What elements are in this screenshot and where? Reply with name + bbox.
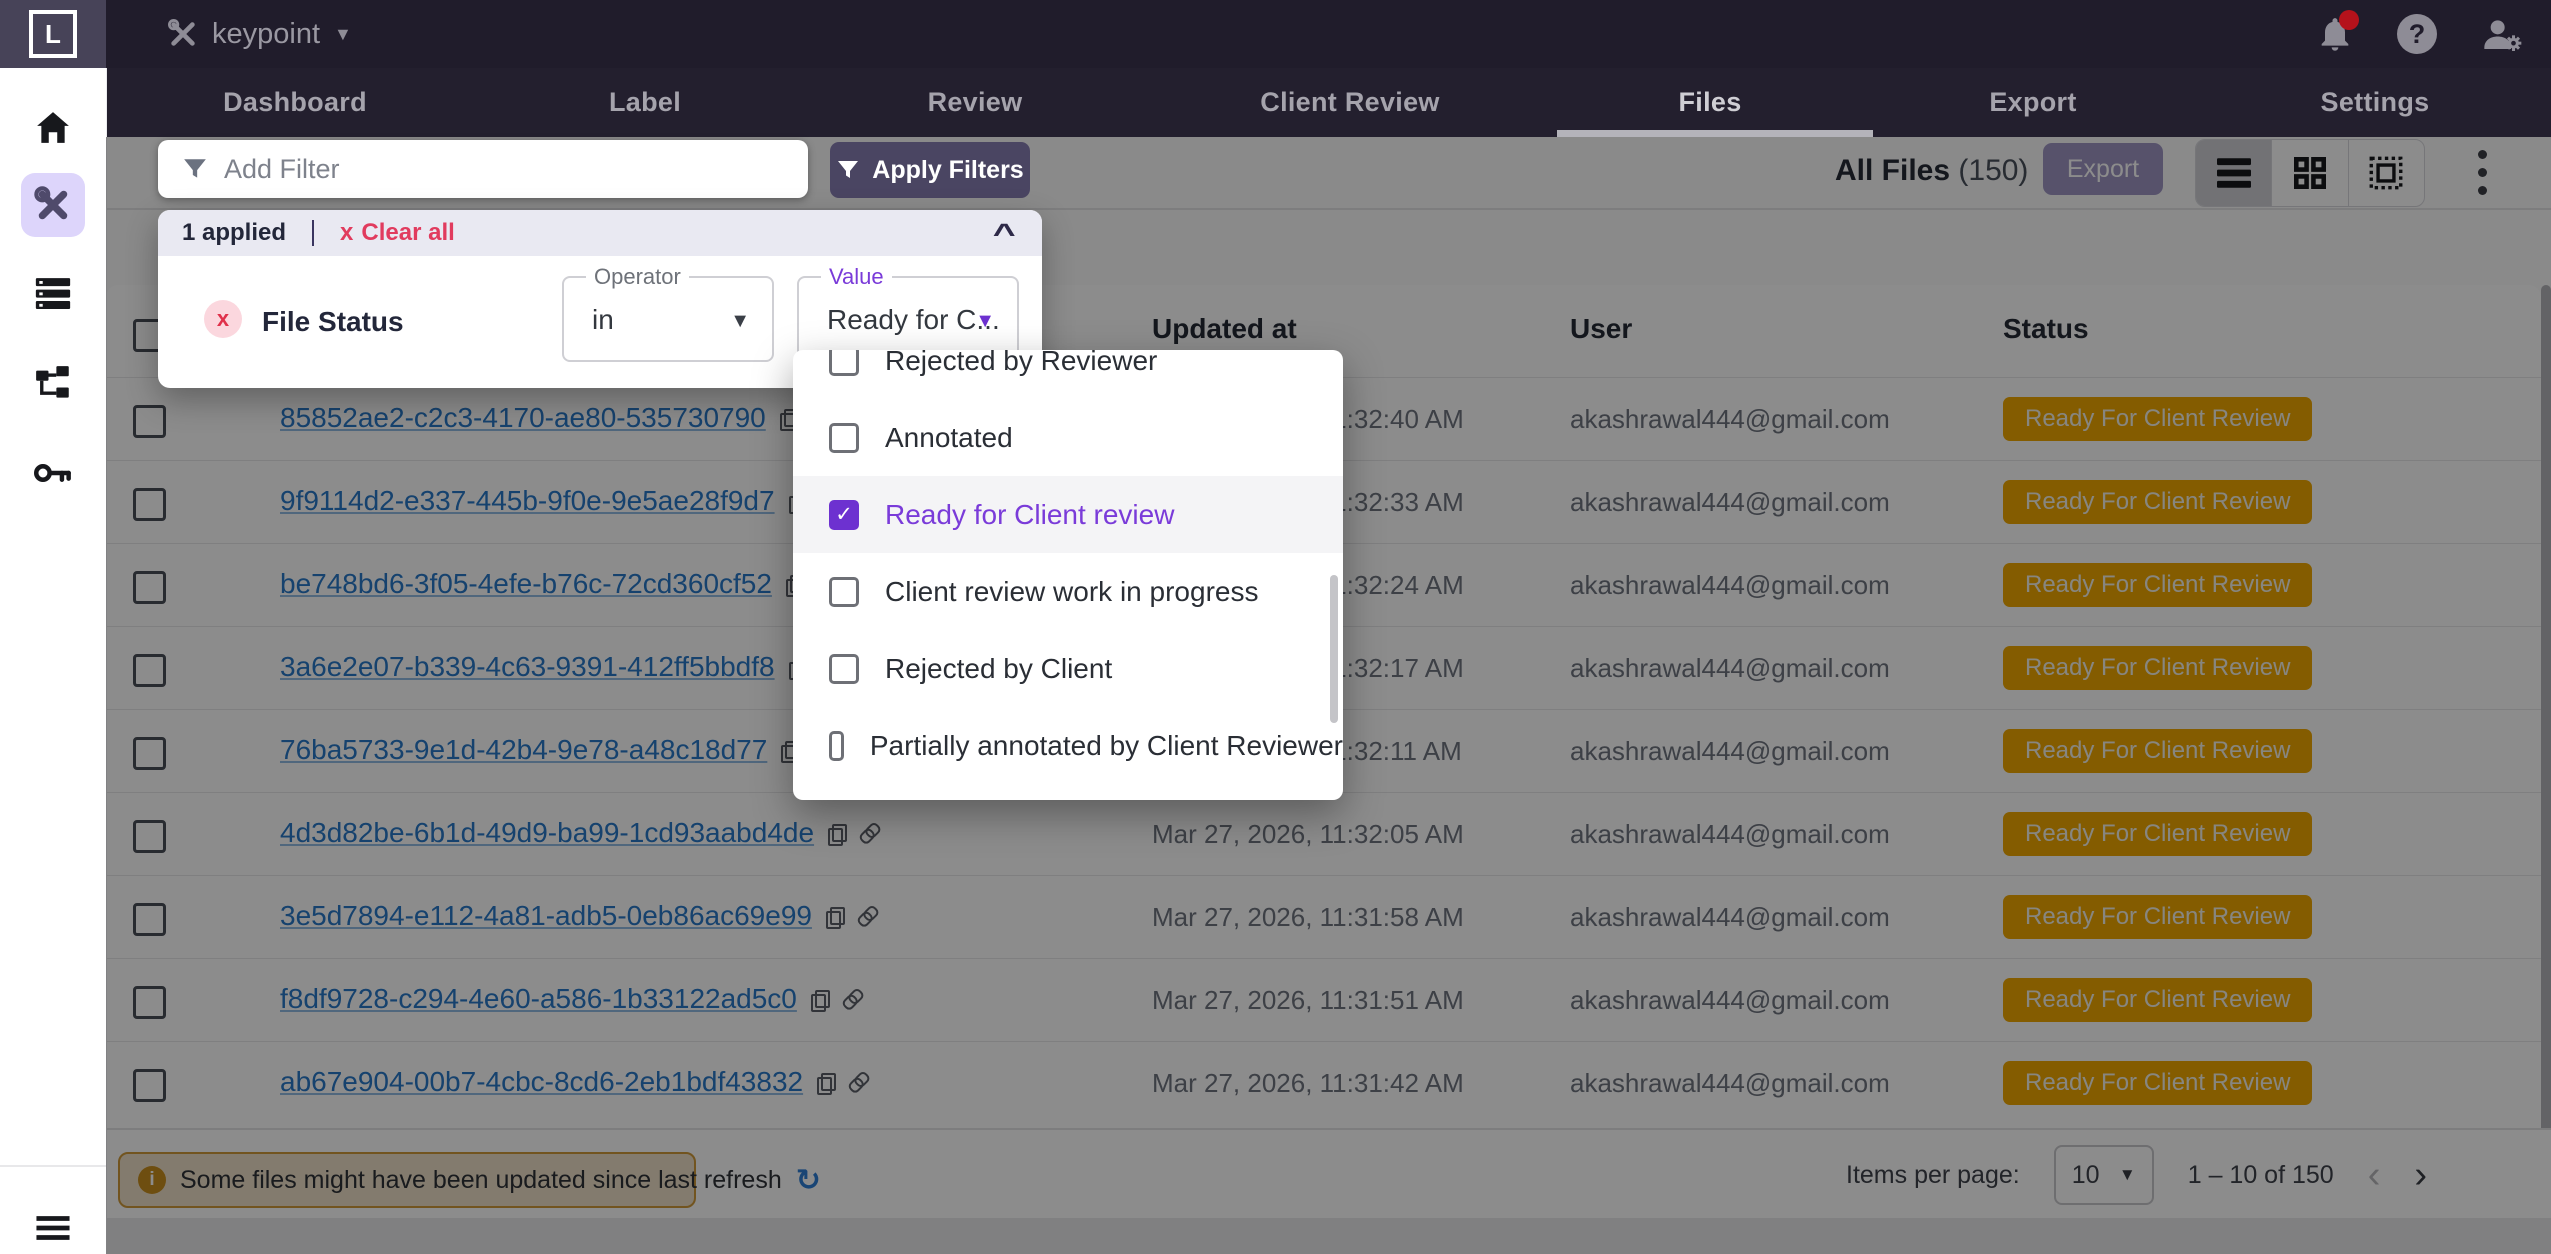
main-nav-tabs: Dashboard Label Review Client Review Fil… bbox=[0, 68, 2551, 137]
apply-filters-button[interactable]: Apply Filters bbox=[830, 142, 1030, 198]
option-annotated[interactable]: Annotated bbox=[793, 399, 1343, 476]
status-options-dropdown: Rejected by Reviewer Annotated ✓ Ready f… bbox=[793, 350, 1343, 800]
funnel-icon bbox=[836, 158, 860, 182]
sidebar-item-tools[interactable] bbox=[21, 173, 85, 237]
option-client-review-work-in-progress[interactable]: Client review work in progress bbox=[793, 553, 1343, 630]
checkbox-checked-icon[interactable]: ✓ bbox=[829, 500, 859, 530]
option-ready-for-client-review[interactable]: ✓ Ready for Client review bbox=[793, 476, 1343, 553]
list-icon bbox=[35, 277, 71, 309]
filter-field-name: File Status bbox=[262, 306, 404, 338]
sidebar-collapse-button[interactable] bbox=[0, 1196, 106, 1254]
sidebar-item-home[interactable] bbox=[0, 96, 106, 160]
notification-badge bbox=[2339, 10, 2359, 30]
person-gear-icon bbox=[2479, 14, 2523, 54]
applied-count: 1 applied bbox=[182, 219, 286, 247]
hamburger-menu-icon bbox=[35, 1215, 71, 1241]
operator-select[interactable]: Operator in ▼ bbox=[562, 276, 774, 362]
account-settings-button[interactable] bbox=[2479, 14, 2523, 54]
tools-icon bbox=[168, 19, 198, 49]
chevron-down-icon: ▼ bbox=[334, 24, 352, 45]
remove-filter-button[interactable]: x bbox=[204, 300, 242, 338]
tab-settings[interactable]: Settings bbox=[2321, 68, 2430, 137]
checkbox-icon[interactable] bbox=[829, 350, 859, 376]
sidebar-item-list[interactable] bbox=[0, 261, 106, 325]
project-switcher[interactable]: keypoint ▼ bbox=[168, 0, 352, 68]
option-rejected-by-client[interactable]: Rejected by Client bbox=[793, 630, 1343, 707]
sidebar-item-key[interactable] bbox=[0, 441, 106, 505]
add-filter-input[interactable]: Add Filter bbox=[158, 140, 808, 198]
tab-label[interactable]: Label bbox=[609, 68, 681, 137]
flow-icon bbox=[35, 366, 71, 400]
app-logo[interactable]: L bbox=[0, 0, 106, 68]
chevron-down-icon: ▼ bbox=[730, 310, 750, 333]
dropdown-scrollbar[interactable] bbox=[1330, 575, 1338, 723]
app-window: L keypoint ▼ ? Dashboard Label Review Cl… bbox=[0, 0, 2551, 1254]
home-icon bbox=[35, 111, 71, 145]
sidebar-item-flow[interactable] bbox=[0, 351, 106, 415]
logo-icon: L bbox=[29, 10, 77, 58]
notifications-button[interactable] bbox=[2315, 14, 2355, 54]
checkbox-icon[interactable] bbox=[829, 731, 844, 761]
checkbox-icon[interactable] bbox=[829, 654, 859, 684]
tab-dashboard[interactable]: Dashboard bbox=[223, 68, 367, 137]
operator-label: Operator bbox=[586, 264, 689, 290]
x-icon: x bbox=[340, 219, 353, 247]
divider bbox=[312, 220, 314, 246]
filter-panel-header: 1 applied x Clear all ^ bbox=[158, 210, 1042, 256]
tab-export[interactable]: Export bbox=[1989, 68, 2076, 137]
checkbox-icon[interactable] bbox=[829, 577, 859, 607]
tab-client-review[interactable]: Client Review bbox=[1260, 68, 1439, 137]
key-icon bbox=[34, 459, 72, 487]
add-filter-placeholder: Add Filter bbox=[224, 154, 340, 185]
tab-review[interactable]: Review bbox=[928, 68, 1023, 137]
value-label: Value bbox=[821, 264, 892, 290]
project-name: keypoint bbox=[212, 18, 320, 51]
collapse-panel-button[interactable]: ^ bbox=[992, 218, 1015, 250]
tab-files[interactable]: Files bbox=[1678, 68, 1741, 137]
sidebar bbox=[0, 68, 107, 1254]
chevron-down-icon: ▼ bbox=[975, 310, 995, 333]
funnel-icon bbox=[182, 156, 208, 182]
help-button[interactable]: ? bbox=[2397, 14, 2437, 54]
topbar-actions: ? bbox=[2315, 0, 2523, 68]
checkbox-icon[interactable] bbox=[829, 423, 859, 453]
option-partially-annotated-by-client-reviewer[interactable]: Partially annotated by Client Reviewer bbox=[793, 707, 1343, 784]
top-app-bar bbox=[0, 0, 2551, 68]
sidebar-divider bbox=[0, 1165, 106, 1167]
clear-all-button[interactable]: x Clear all bbox=[340, 219, 455, 247]
tools-icon bbox=[34, 186, 72, 224]
active-tab-indicator bbox=[1557, 130, 1873, 137]
option-rejected-by-reviewer[interactable]: Rejected by Reviewer bbox=[793, 350, 1343, 399]
